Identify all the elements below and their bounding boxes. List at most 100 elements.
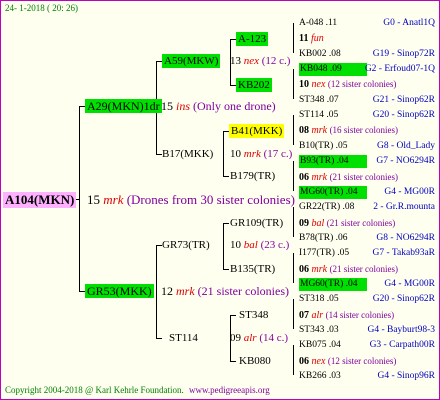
- connector-line: [293, 69, 294, 99]
- gen4-note: (21 sister colonies): [326, 218, 396, 228]
- connector-line: [293, 115, 294, 145]
- gen4-queen[interactable]: KB266 .03: [299, 370, 341, 383]
- gen4-queen[interactable]: A-048 .11: [299, 17, 337, 30]
- gen4-num: 06: [299, 264, 312, 275]
- connector-line: [293, 23, 294, 53]
- gen4-origin: G0 - Anatl1Q: [383, 18, 435, 28]
- connector-line: [293, 161, 294, 191]
- sire-num: 15: [161, 99, 173, 113]
- date-stamp: 24- 1-2018 ( 20: 26): [5, 3, 78, 13]
- gen4-origin: 2 - Gr.R.mounta: [373, 202, 435, 212]
- gr73-code: bal: [243, 239, 258, 251]
- gen4-drone-info: 10 nex (12 sister colonies): [299, 78, 396, 91]
- b17-num: 10: [230, 148, 241, 160]
- connector-line: [293, 207, 294, 237]
- gen4-origin: G4 - Sinop96R: [377, 371, 435, 381]
- gen4-drone-info: 06 nex (12 sister colonies): [299, 355, 396, 368]
- gen4-queen[interactable]: ST348 .07: [299, 94, 339, 107]
- connector-line: [223, 223, 224, 269]
- gen4-num: 09: [299, 218, 312, 229]
- gen4-note: (14 sister colonies): [325, 310, 395, 320]
- root-code: mrk: [103, 192, 124, 207]
- sire-note: (Only one drone): [193, 99, 276, 113]
- gen4-origin: G21 - Sinop62R: [372, 95, 435, 105]
- gen4-queen[interactable]: MG60(TR) .04: [299, 278, 367, 291]
- gen4-origin: G19 - Sinop72R: [372, 49, 435, 59]
- gen4-queen[interactable]: ST343 .03: [299, 324, 339, 337]
- connector-line: [223, 131, 224, 176]
- gen4-queen[interactable]: ST318 .05: [299, 293, 339, 306]
- gen4-queen[interactable]: B93(TR) .04: [299, 155, 367, 168]
- connector-line: [230, 315, 236, 316]
- queen-b17[interactable]: B17(MKK): [162, 148, 213, 161]
- sire-queen[interactable]: A29(MKN)1dr: [85, 99, 162, 113]
- a59-num: 13: [230, 55, 241, 67]
- connector-line: [223, 223, 229, 224]
- dam-code: mrk: [176, 284, 195, 298]
- gen4-note: (16 sister colonies): [329, 125, 399, 135]
- connector-line: [230, 361, 236, 362]
- gen4-origin: G2 - Erfoud07-1Q: [364, 64, 435, 74]
- gen4-queen[interactable]: MG60(TR) .04: [299, 186, 367, 199]
- root-drone-info: 15 mrk (Drones from 30 sister colonies): [87, 193, 295, 206]
- gr73-num: 10: [230, 239, 241, 251]
- gen4-queen[interactable]: KB075 .04: [299, 339, 341, 352]
- queen-b41[interactable]: B41(MKK): [229, 124, 285, 138]
- queen-b135[interactable]: B135(TR): [230, 263, 275, 276]
- gen4-origin: G4 - MG00R: [384, 187, 435, 197]
- queen-a123[interactable]: A-123: [236, 32, 269, 46]
- dam-num: 12: [161, 284, 173, 298]
- gen4-note: (12 sister colonies): [327, 79, 397, 89]
- gen4-num: 07: [299, 310, 312, 321]
- gen4-origin: G7 - Takab93aR: [372, 248, 435, 258]
- gen4-queen[interactable]: KB048 .09: [299, 63, 367, 76]
- queen-kb202[interactable]: KB202: [236, 78, 272, 92]
- connector-line: [79, 106, 80, 291]
- queen-a59[interactable]: A59(MKW): [162, 54, 221, 68]
- gen4-note: (21 sister colonies): [329, 264, 399, 274]
- queen-st348[interactable]: ST348: [239, 309, 268, 322]
- gen4-origin: G8 - Old_Lady: [376, 141, 435, 151]
- gen4-code: nex: [311, 356, 328, 367]
- connector-line: [293, 253, 294, 283]
- gen4-code: mrk: [311, 172, 330, 183]
- queen-gr109[interactable]: GR109(TR): [230, 217, 283, 230]
- gen4-drone-info: 08 mrk (16 sister colonies): [299, 124, 398, 137]
- gen4-note: (21 sister colonies): [329, 172, 399, 182]
- gen4-num: 06: [299, 356, 312, 367]
- gen4-queen[interactable]: KB002 .08: [299, 48, 341, 61]
- queen-kb080[interactable]: KB080: [239, 355, 271, 368]
- connector-line: [293, 345, 294, 375]
- site-link[interactable]: www.pedigreeapis.org: [189, 385, 270, 396]
- queen-st114[interactable]: ST114: [169, 332, 198, 345]
- gen4-num: 08: [299, 125, 312, 136]
- gen4-num: 06: [299, 172, 312, 183]
- gen4-drone-info: 06 mrk (21 sister colonies): [299, 263, 398, 276]
- b17-drone-info: 10 mrk (17 c.): [230, 148, 292, 161]
- gen4-queen[interactable]: I177(TR) .05: [299, 247, 349, 260]
- connector-line: [156, 245, 157, 338]
- gen4-queen[interactable]: ST114 .05: [299, 109, 338, 122]
- root-queen[interactable]: A104(MKN): [3, 192, 77, 208]
- gr73-drone-info: 10 bal (23 c.): [230, 239, 289, 252]
- queen-b179[interactable]: B179(TR): [230, 170, 275, 183]
- b17-code: mrk: [243, 148, 261, 160]
- gen4-origin: G3 - Carpath00R: [369, 340, 435, 350]
- st114-num: 09: [230, 332, 241, 344]
- gen4-code: bal: [311, 218, 327, 229]
- gen4-queen[interactable]: GR22(TR) .08: [299, 201, 354, 214]
- gen4-queen[interactable]: B78(TR) .06: [299, 232, 348, 245]
- gen4-origin: G20 - Sinop62R: [372, 110, 435, 120]
- gen4-code: nex: [311, 79, 328, 90]
- sire-code: ins: [176, 99, 191, 113]
- dam-queen[interactable]: GR53(MKK): [85, 284, 154, 298]
- gen4-code: alr: [311, 310, 326, 321]
- st114-code: alr: [243, 332, 257, 344]
- pedigree-frame: 24- 1-2018 ( 20: 26) Copyright 2004-2018…: [0, 0, 440, 400]
- root-num: 15: [87, 192, 100, 207]
- root-note: (Drones from 30 sister colonies): [126, 192, 295, 207]
- st114-drone-info: 09 alr (14 c.): [230, 332, 288, 345]
- gen4-queen[interactable]: B10(TR) .05: [299, 140, 348, 153]
- queen-gr73[interactable]: GR73(TR): [162, 239, 210, 252]
- a59-note: (12 c.): [261, 55, 291, 67]
